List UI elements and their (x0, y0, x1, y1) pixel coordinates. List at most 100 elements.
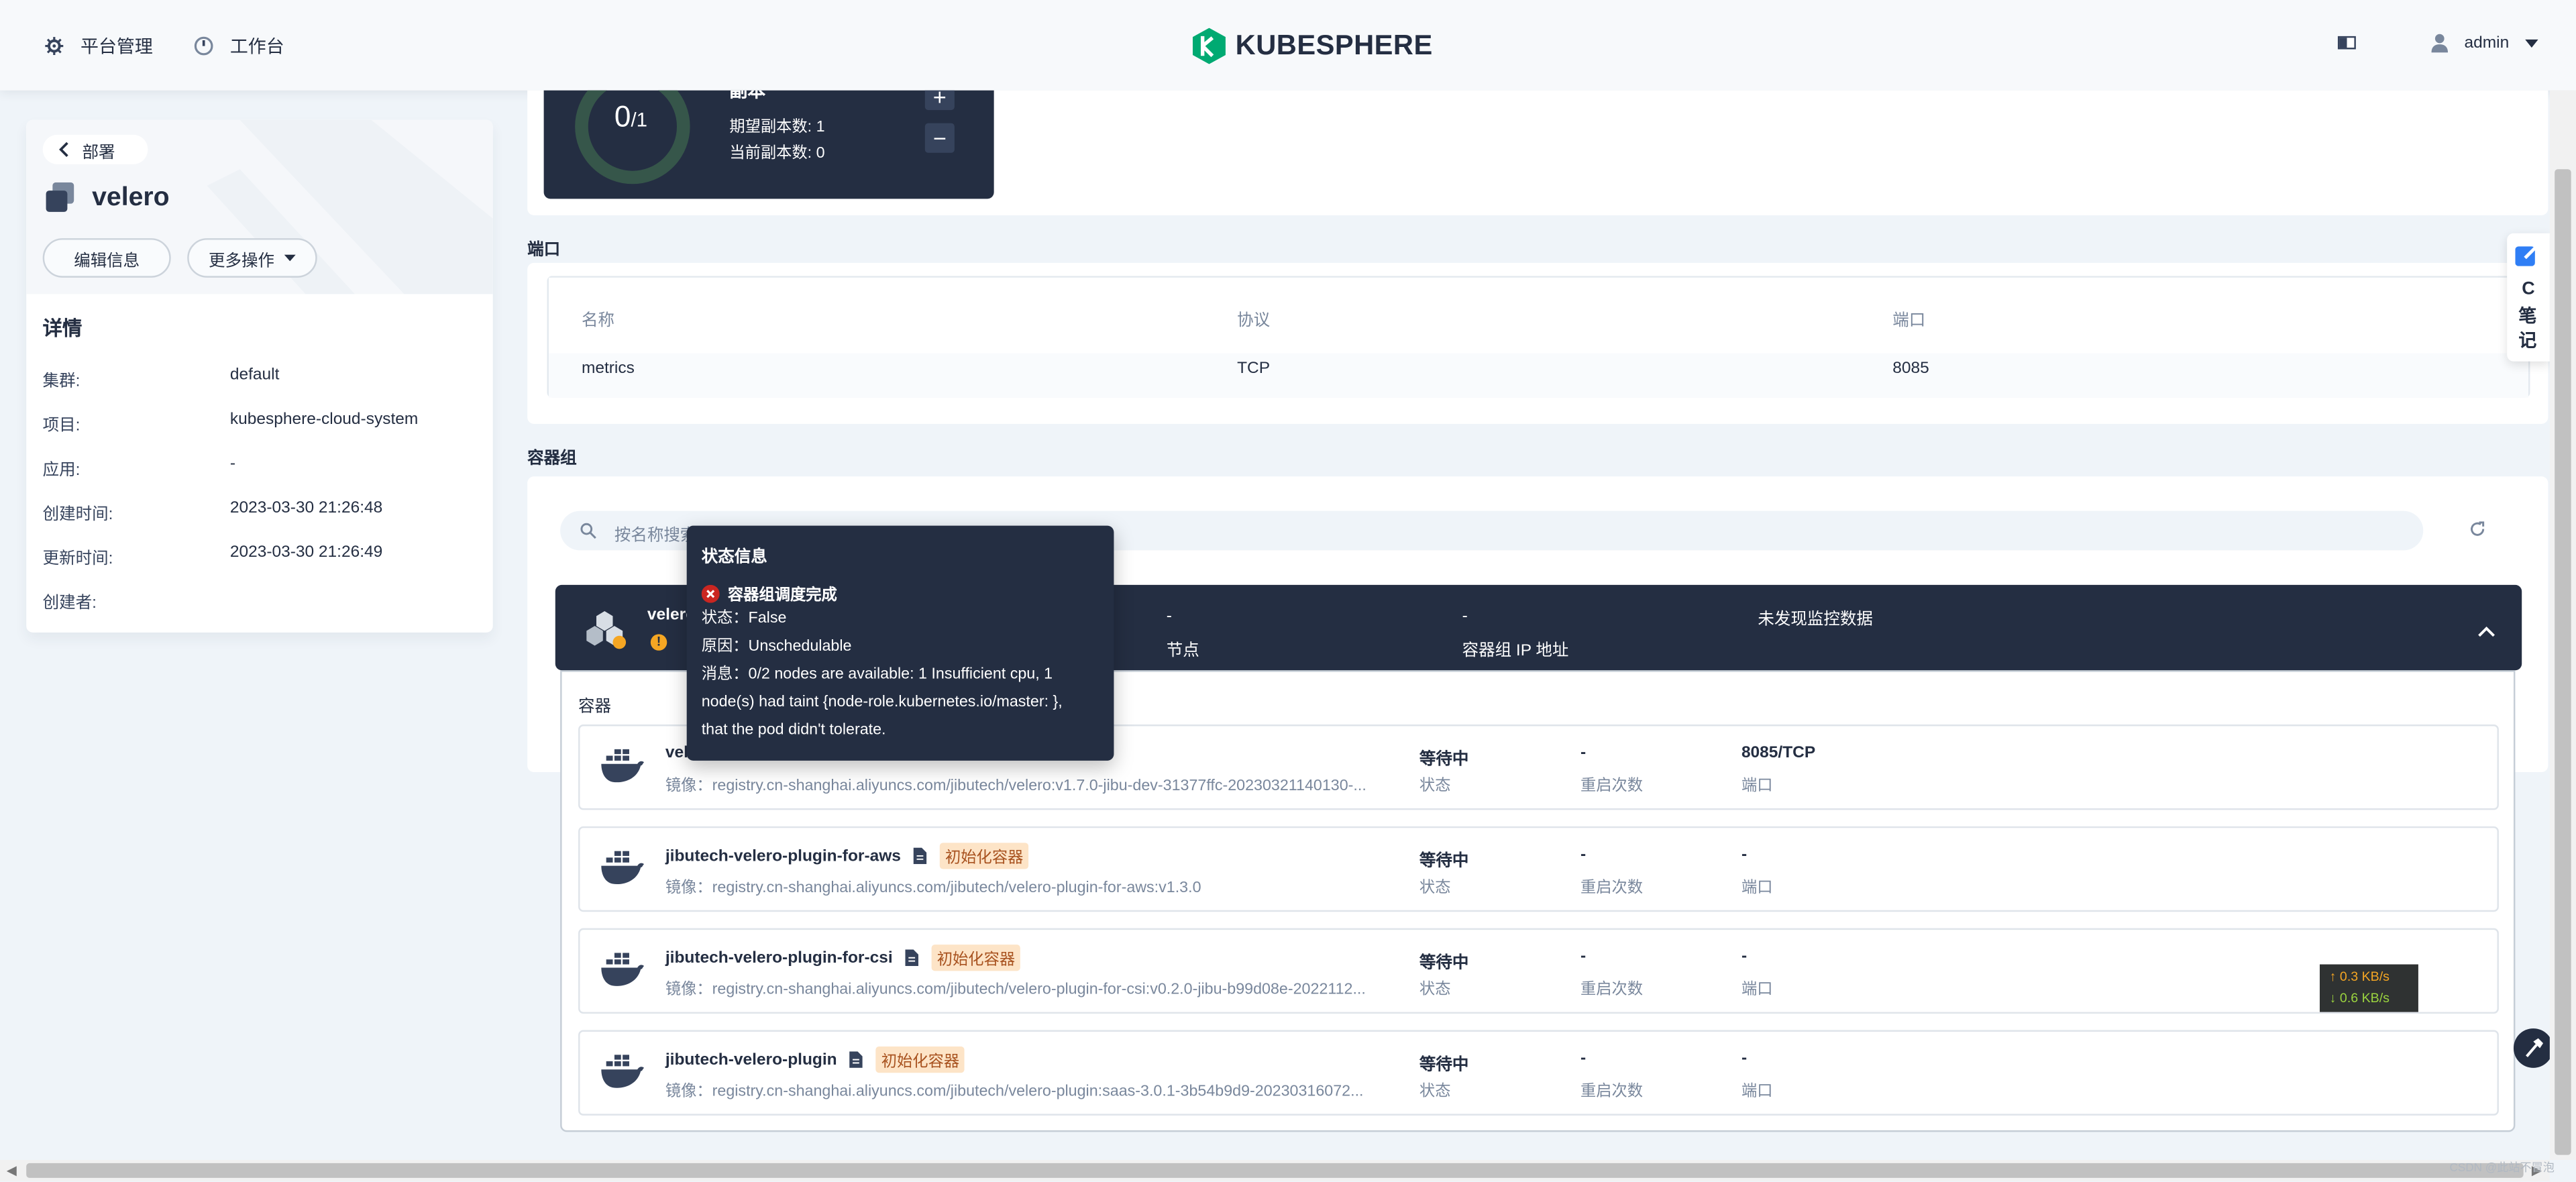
tooltip-status: 状态：False (701, 609, 787, 628)
edit-info-label: 编辑信息 (74, 252, 140, 270)
user-menu[interactable]: admin (2431, 33, 2539, 53)
scale-down-button[interactable]: − (924, 123, 955, 153)
log-icon[interactable] (850, 1051, 863, 1068)
horizontal-scroll-thumb[interactable] (26, 1163, 2524, 1178)
hammer-icon (2526, 1038, 2544, 1057)
containers-label: 容器 (578, 698, 612, 716)
deployment-icon (46, 182, 74, 212)
container-restarts-label: 重启次数 (1580, 981, 1644, 999)
container-image: 镜像：registry.cn-shanghai.aliyuncs.com/jib… (665, 1082, 1364, 1101)
container-port-label: 端口 (1741, 1082, 1773, 1101)
ports-section-title: 端口 (527, 241, 561, 260)
caret-down-icon (284, 254, 296, 262)
port-name: metrics (581, 360, 635, 378)
nav-workbench-label: 工作台 (229, 38, 284, 58)
container-restarts: - (1580, 744, 1587, 763)
search-placeholder: 按名称搜索 (614, 527, 697, 546)
tooltip-reason: 原因：Unschedulable (701, 637, 852, 656)
container-port-label: 端口 (1741, 981, 1773, 999)
notification-icon[interactable] (2337, 36, 2357, 52)
container-restarts: - (1580, 948, 1587, 967)
more-actions-button[interactable]: 更多操作 (187, 238, 317, 278)
warning-icon[interactable]: ! (650, 634, 667, 651)
log-icon[interactable] (914, 847, 928, 865)
tooltip-title: 状态信息 (701, 548, 767, 567)
container-image: 镜像：registry.cn-shanghai.aliyuncs.com/jib… (665, 777, 1366, 796)
detail-updated-value: 2023-03-30 21:26:49 (229, 543, 383, 562)
gear-icon (45, 37, 64, 56)
logo-text: KUBESPHERE (1235, 30, 1433, 61)
tooltip-message-1: 消息：0/2 nodes are available: 1 Insufficie… (701, 665, 1053, 684)
chevron-left-icon (59, 142, 68, 157)
container-status-label: 状态 (1419, 981, 1451, 999)
container-port-label: 端口 (1741, 879, 1773, 898)
nav-workbench[interactable]: 工作台 (194, 30, 284, 62)
network-speed-widget: ↑ 0.3 KB/s ↓ 0.6 KB/s (2319, 964, 2418, 1012)
kubesphere-logo-icon (1192, 28, 1226, 64)
tooltip-condition-text: 容器组调度完成 (727, 586, 837, 605)
chevron-up-icon[interactable] (2477, 626, 2496, 637)
docker-icon (601, 851, 645, 885)
replica-count: 0/1 (614, 100, 647, 133)
container-name: jibutech-velero-plugin-for-aws (665, 847, 901, 865)
horizontal-scrollbar[interactable]: ◀ ▶ (0, 1159, 2550, 1181)
back-button[interactable]: 部署 (42, 134, 148, 164)
side-note-widget[interactable]: C 笔 记 (2507, 233, 2550, 362)
container-row[interactable]: jibutech-velero-plugin 初始化容器 镜像：registry… (578, 1030, 2499, 1116)
container-name: jibutech-velero-plugin (665, 1051, 837, 1069)
ports-card: 名称 协议 端口 metrics TCP 8085 (527, 262, 2548, 424)
status-tooltip: 状态信息 容器组调度完成 状态：False 原因：Unschedulable 消… (686, 525, 1114, 761)
detail-creator-key: 创建者: (42, 594, 97, 613)
scale-up-button[interactable]: + (924, 90, 955, 111)
container-status: 等待中 (1419, 751, 1469, 769)
resource-info-card: 部署 velero 编辑信息 更多操作 详情 集群: default 项目: k… (26, 119, 493, 633)
container-status-label: 状态 (1419, 879, 1451, 898)
side-note-char-2: 记 (2518, 331, 2537, 352)
detail-project-key: 项目: (42, 417, 80, 435)
init-container-tag: 初始化容器 (940, 843, 1028, 869)
username: admin (2464, 34, 2510, 52)
scroll-left-arrow[interactable]: ◀ (7, 1163, 17, 1178)
replica-card: 0/1 副本 期望副本数: 1 当前副本数: 0 + − (543, 90, 994, 199)
note-icon (2515, 244, 2540, 266)
log-icon[interactable] (906, 949, 919, 967)
ports-table: 名称 协议 端口 metrics TCP 8085 (547, 276, 2530, 398)
container-row[interactable]: jibutech-velero-plugin-for-aws 初始化容器 镜像：… (578, 826, 2499, 912)
container-port: 8085/TCP (1741, 744, 1816, 763)
detail-app-value: - (229, 455, 236, 474)
container-row[interactable]: jibutech-velero-plugin-for-csi 初始化容器 镜像：… (578, 928, 2499, 1014)
container-image: 镜像：registry.cn-shanghai.aliyuncs.com/jib… (665, 879, 1201, 898)
detail-created-value: 2023-03-30 21:26:48 (229, 499, 383, 518)
container-title: jibutech-velero-plugin-for-aws 初始化容器 (665, 843, 1028, 869)
back-label: 部署 (82, 144, 115, 162)
vertical-scrollbar[interactable] (2549, 90, 2576, 1160)
nav-platform-label: 平台管理 (80, 38, 153, 58)
resource-name: velero (92, 184, 170, 212)
floating-tools-button[interactable] (2513, 1028, 2553, 1068)
side-note-char-1: 笔 (2518, 307, 2537, 327)
tooltip-message-2: node(s) had taint {node-role.kubernetes.… (701, 693, 1063, 712)
container-status-label: 状态 (1419, 777, 1451, 796)
resource-title: velero (43, 182, 170, 215)
nav-platform-management[interactable]: 平台管理 (44, 30, 153, 62)
upload-speed: ↑ 0.3 KB/s (2329, 969, 2390, 984)
pods-section-title: 容器组 (527, 450, 577, 468)
container-status: 等待中 (1419, 954, 1469, 973)
container-port: - (1741, 948, 1748, 967)
watermark: CSDN @此站不冒泡 (2449, 1163, 2555, 1175)
error-icon (701, 584, 720, 602)
detail-project-value: kubesphere-cloud-system (229, 411, 419, 429)
pod-ip-label: 容器组 IP 地址 (1462, 642, 1569, 661)
init-container-tag: 初始化容器 (932, 945, 1020, 971)
refresh-icon[interactable] (2469, 521, 2485, 537)
search-icon (580, 523, 596, 539)
replica-title: 副本 (729, 90, 766, 102)
dashboard-icon (194, 36, 213, 56)
docker-icon (601, 1055, 645, 1088)
vertical-scroll-thumb[interactable] (2555, 169, 2571, 1155)
desired-replicas: 期望副本数: 1 (729, 118, 825, 137)
ports-col-port: 端口 (1892, 312, 1926, 331)
container-port: - (1741, 1049, 1748, 1068)
edit-info-button[interactable]: 编辑信息 (42, 238, 171, 278)
kubesphere-logo[interactable]: KUBESPHERE (1192, 28, 1433, 64)
